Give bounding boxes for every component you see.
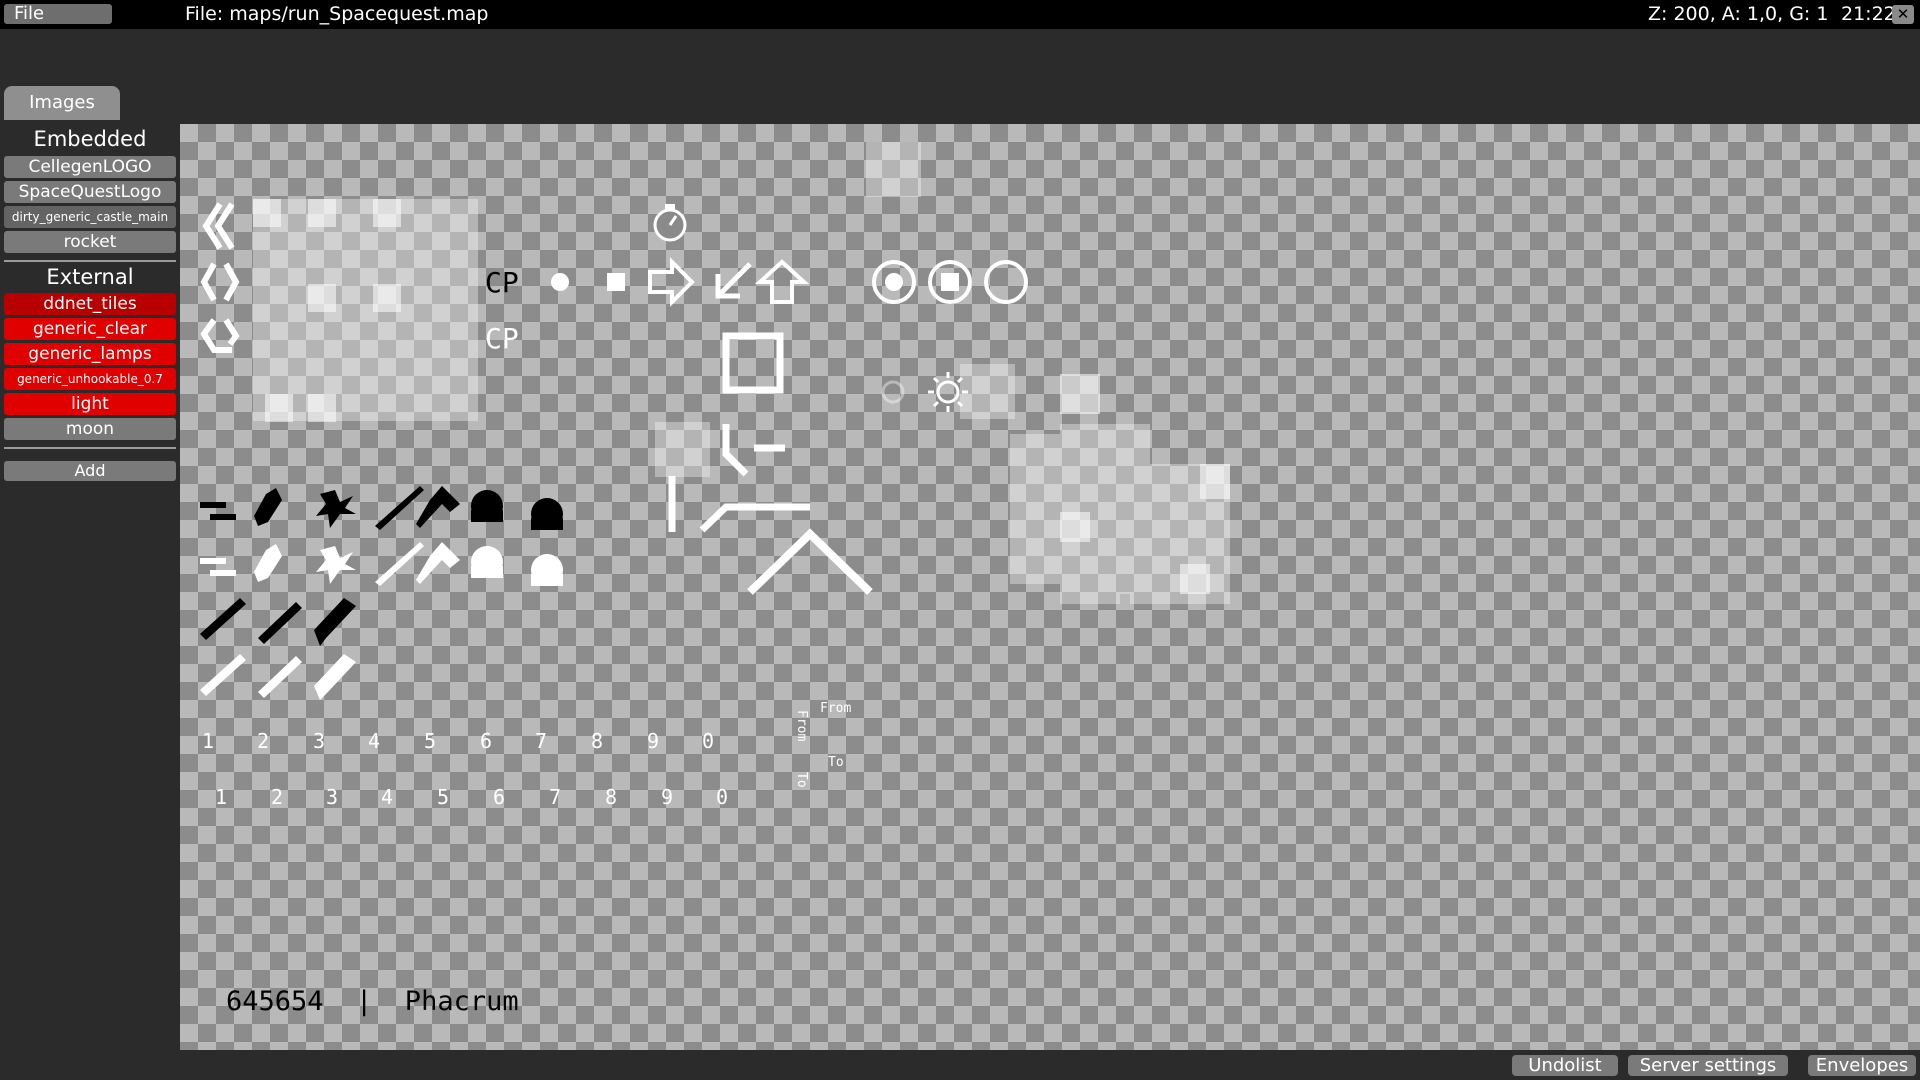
digit-label: 4: [368, 729, 380, 753]
filled-square-icon: [607, 273, 625, 291]
digit-label: 5: [424, 729, 436, 753]
digit-row-2: 1 2 3 4 5 6 7 8 9 0: [215, 785, 728, 809]
digit-label: 7: [549, 785, 561, 809]
image-item-moon[interactable]: moon: [4, 418, 176, 440]
file-title: File: maps/run_Spacequest.map: [185, 3, 489, 25]
embedded-heading: Embedded: [33, 127, 147, 151]
digit-label: 3: [326, 785, 338, 809]
image-item-spacequestlogo[interactable]: SpaceQuestLogo: [4, 181, 176, 203]
digit-label: 1: [215, 785, 227, 809]
digit-label: 9: [647, 729, 659, 753]
digit-label: 5: [437, 785, 449, 809]
weapon-icons-black: [200, 486, 563, 646]
cp-label: CP: [485, 266, 519, 299]
editor-status: Z: 200, A: 1,0, G: 1: [1648, 3, 1829, 25]
sidebar-divider: [4, 260, 176, 262]
angle-brackets-icon: [200, 262, 240, 302]
file-menu-button[interactable]: File: [4, 4, 112, 24]
digit-label: 7: [535, 729, 547, 753]
image-item-light[interactable]: light: [4, 393, 176, 415]
image-caption: 645654 | Phacrum: [226, 986, 519, 1017]
image-item-cellegenlogo[interactable]: CellegenLOGO: [4, 156, 176, 178]
image-item-ddnet-tiles[interactable]: ddnet_tiles: [4, 293, 176, 315]
digit-label: 0: [702, 729, 714, 753]
double-chevron-left-icon: [202, 202, 235, 250]
stopwatch-icon: [653, 204, 687, 242]
to-label: To: [828, 755, 844, 770]
digit-label: 0: [716, 785, 728, 809]
digit-label: 2: [271, 785, 283, 809]
caret-up-icon: [747, 528, 873, 595]
from-to-labels: From To From To: [794, 701, 851, 788]
digit-label: 6: [493, 785, 505, 809]
from-label: From: [820, 701, 851, 716]
bent-line-icon: [699, 503, 810, 533]
close-icon[interactable]: ✕: [1892, 5, 1914, 24]
digit-label: 8: [605, 785, 617, 809]
image-item-dirty-generic-castle-main[interactable]: dirty_generic_castle_main: [4, 206, 176, 228]
laser-icon: [254, 488, 282, 526]
arrow-right-icon: [648, 257, 695, 307]
hammer-icon: [200, 502, 236, 520]
radio-square-icon: [928, 260, 972, 304]
digit-label: 2: [257, 729, 269, 753]
image-item-generic-lamps[interactable]: generic_lamps: [4, 343, 176, 365]
to-label-vertical: To: [794, 772, 809, 788]
add-image-button[interactable]: Add: [4, 461, 176, 481]
tab-images[interactable]: Images: [4, 86, 120, 120]
external-heading: External: [46, 265, 134, 289]
image-item-generic-clear[interactable]: generic_clear: [4, 318, 176, 340]
digit-label: 1: [202, 729, 214, 753]
from-label-vertical: From: [794, 710, 809, 741]
envelopes-button[interactable]: Envelopes: [1808, 1055, 1916, 1076]
bottom-bar: Undolist Server settings Envelopes: [0, 1050, 1920, 1080]
sidebar-divider: [4, 447, 176, 449]
hammer-icon: [416, 486, 460, 528]
digit-label: 3: [313, 729, 325, 753]
radio-dot-icon: [872, 260, 916, 304]
image-item-rocket[interactable]: rocket: [4, 231, 176, 253]
cp-label-white: CP: [485, 322, 519, 355]
sun-icon: [881, 372, 968, 412]
arrow-up-icon: [754, 259, 810, 304]
tileset-preview: CP CP 1 2 3 4 5 6 7 8 9 0 1 2 3 4 5 6 7 …: [200, 142, 1230, 809]
corner-line-icon: [722, 424, 785, 477]
server-settings-button[interactable]: Server settings: [1628, 1055, 1788, 1076]
digit-label: 8: [591, 729, 603, 753]
digit-label: 6: [480, 729, 492, 753]
digit-label: 9: [661, 785, 673, 809]
filled-circle-icon: [551, 273, 569, 291]
radio-empty-icon: [984, 260, 1028, 304]
digit-label: 4: [381, 785, 393, 809]
square-outline-icon: [722, 332, 784, 394]
image-item-generic-unhookable[interactable]: generic_unhookable_0.7: [4, 368, 176, 390]
ninja-star-icon: [316, 490, 356, 528]
weapon-icons-white: [200, 542, 563, 700]
arrow-down-left-icon: [715, 262, 752, 299]
undolist-button[interactable]: Undolist: [1512, 1055, 1618, 1076]
rotate-icon: [200, 318, 240, 353]
top-bar: File File: maps/run_Spacequest.map Z: 20…: [0, 0, 1920, 29]
image-list-sidebar: Embedded CellegenLOGO SpaceQuestLogo dir…: [0, 120, 180, 1080]
clock: 21:22: [1841, 3, 1896, 25]
digit-row-1: 1 2 3 4 5 6 7 8 9 0: [202, 729, 714, 753]
image-preview-canvas[interactable]: CP CP 1 2 3 4 5 6 7 8 9 0 1 2 3 4 5 6 7 …: [180, 124, 1920, 1050]
